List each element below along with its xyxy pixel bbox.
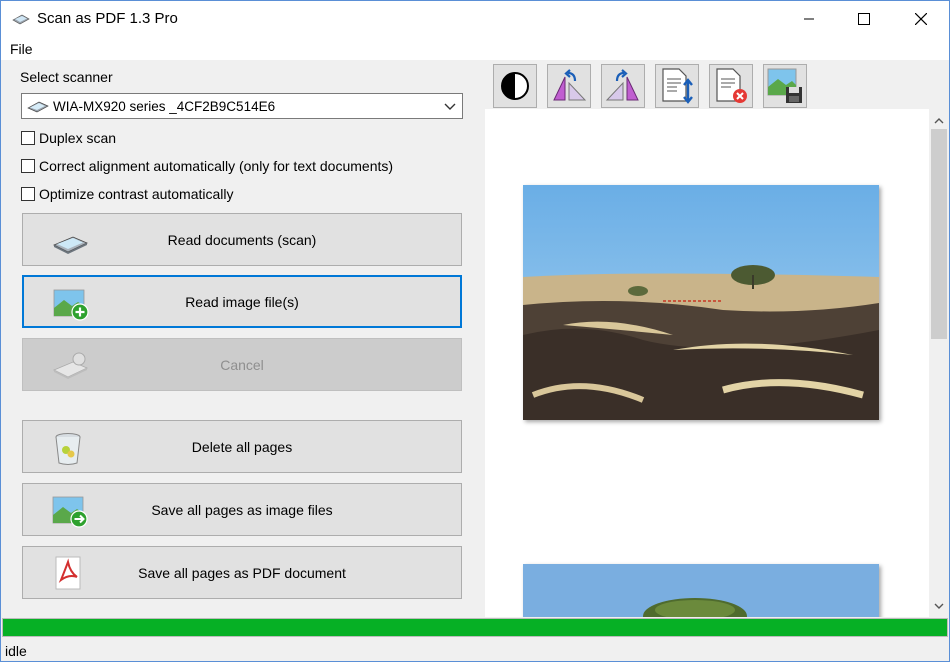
menu-file[interactable]: File: [10, 41, 33, 57]
page-thumbnail[interactable]: [523, 185, 879, 420]
minimize-button[interactable]: [786, 2, 832, 36]
scroll-up-button[interactable]: [929, 112, 949, 130]
close-icon: [915, 13, 927, 25]
app-icon: [12, 14, 30, 25]
scroll-down-button[interactable]: [929, 597, 949, 615]
cancel-label: Cancel: [220, 356, 264, 373]
rotate-left-icon: [553, 69, 587, 101]
maximize-button[interactable]: [841, 2, 887, 36]
scanner-icon: [27, 101, 49, 113]
export-image-icon: [52, 496, 88, 528]
window-title: Scan as PDF 1.3 Pro: [37, 10, 178, 27]
preview-scrollbar[interactable]: [929, 109, 949, 617]
chevron-down-icon: [934, 603, 944, 609]
recycle-bin-icon: [55, 433, 81, 465]
correct-alignment-checkbox[interactable]: [21, 159, 35, 173]
status-text: idle: [5, 643, 27, 659]
page-preview-area[interactable]: [485, 109, 929, 617]
contrast-icon: [501, 72, 529, 100]
duplex-scan-option[interactable]: Duplex scan: [21, 130, 116, 146]
maximize-icon: [858, 13, 870, 25]
menu-bar: File: [1, 37, 949, 60]
save-image-icon: [767, 68, 802, 103]
scanner-cancel-icon: [53, 352, 88, 379]
duplex-scan-label: Duplex scan: [39, 130, 117, 146]
optimize-contrast-label: Optimize contrast automatically: [39, 186, 234, 202]
optimize-contrast-checkbox[interactable]: [21, 187, 35, 201]
delete-all-pages-label: Delete all pages: [191, 438, 293, 455]
save-image-button[interactable]: [763, 64, 807, 108]
read-image-files-button[interactable]: Read image file(s): [22, 275, 462, 328]
landscape-photo: [523, 185, 879, 420]
delete-page-button[interactable]: [709, 64, 753, 108]
save-as-pdf-label: Save all pages as PDF document: [138, 564, 346, 581]
cancel-button[interactable]: Cancel: [22, 338, 462, 391]
scanner-select[interactable]: WIA-MX920 series _4CF2B9C514E6: [21, 93, 463, 119]
save-as-pdf-button[interactable]: Save all pages as PDF document: [22, 546, 462, 599]
delete-all-pages-button[interactable]: Delete all pages: [22, 420, 462, 473]
page-thumbnail[interactable]: [523, 564, 879, 617]
read-image-files-label: Read image file(s): [185, 293, 299, 310]
optimize-contrast-option[interactable]: Optimize contrast automatically: [21, 186, 234, 202]
delete-page-icon: [716, 68, 747, 103]
rotate-left-button[interactable]: [547, 64, 591, 108]
correct-alignment-option[interactable]: Correct alignment automatically (only fo…: [21, 158, 393, 174]
move-page-button[interactable]: [655, 64, 699, 108]
scanner-icon: [53, 236, 88, 254]
read-documents-button[interactable]: Read documents (scan): [22, 213, 462, 266]
status-bar: idle: [1, 640, 949, 661]
save-as-images-button[interactable]: Save all pages as image files: [22, 483, 462, 536]
close-button[interactable]: [898, 2, 944, 36]
correct-alignment-label: Correct alignment automatically (only fo…: [39, 158, 394, 174]
progress-fill: [3, 619, 947, 636]
read-documents-label: Read documents (scan): [167, 231, 317, 248]
progress-bar: [2, 618, 948, 637]
select-scanner-label: Select scanner: [20, 69, 113, 85]
contrast-button[interactable]: [493, 64, 537, 108]
title-bar: Scan as PDF 1.3 Pro: [1, 1, 949, 37]
rotate-right-button[interactable]: [601, 64, 645, 108]
scrollbar-thumb[interactable]: [931, 129, 947, 339]
minimize-icon: [804, 18, 814, 20]
chevron-down-icon: [444, 103, 456, 110]
duplex-scan-checkbox[interactable]: [21, 131, 35, 145]
move-page-icon: [662, 68, 693, 104]
tree-photo: [523, 564, 879, 617]
scanner-selected-value: WIA-MX920 series _4CF2B9C514E6: [53, 98, 276, 114]
pdf-icon: [55, 556, 81, 590]
save-as-images-label: Save all pages as image files: [151, 501, 333, 518]
rotate-right-icon: [605, 69, 639, 101]
add-image-icon: [53, 289, 89, 321]
chevron-up-icon: [934, 118, 944, 124]
